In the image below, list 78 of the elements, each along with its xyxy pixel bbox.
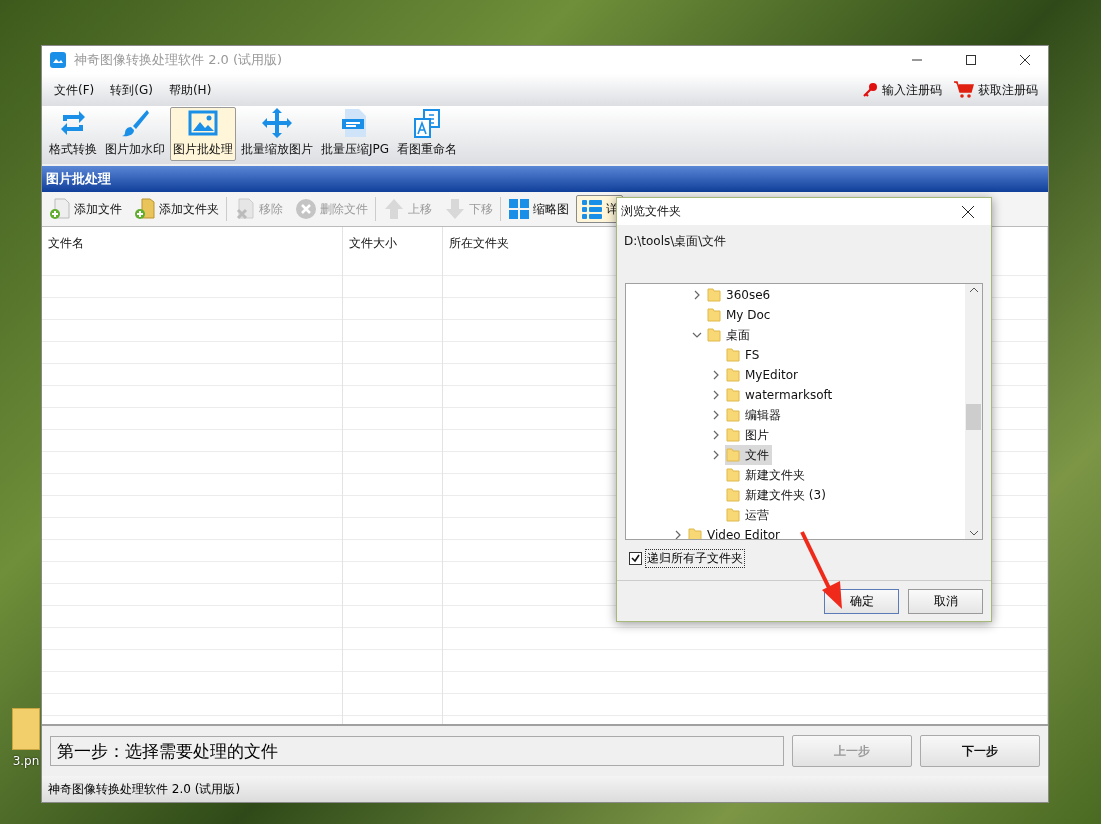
folder-icon (725, 367, 741, 383)
toolbar-button[interactable]: 批量缩放图片 (238, 107, 316, 161)
desktop-icon-label[interactable]: 3.pn (12, 754, 40, 768)
circle-x-icon (295, 198, 317, 220)
register-link[interactable]: 获取注册码 (950, 81, 1042, 99)
folder-icon (706, 307, 722, 323)
tree-item[interactable]: 图片 (725, 425, 772, 445)
menu-item[interactable]: 文件(F) (48, 79, 101, 101)
cart-icon (954, 81, 974, 99)
toolbar-button[interactable]: 看图重命名 (394, 107, 461, 161)
toolbar-button[interactable]: 批量压缩JPG (318, 107, 393, 161)
dialog-title: 浏览文件夹 (621, 203, 682, 220)
tree-item[interactable]: Video Editor (687, 525, 783, 539)
tree-item[interactable]: 编辑器 (725, 405, 784, 425)
folder-icon (725, 407, 741, 423)
menu-item[interactable]: 转到(G) (104, 79, 159, 101)
toolbar-button[interactable]: 图片加水印 (102, 107, 168, 161)
cancel-button[interactable]: 取消 (908, 588, 983, 614)
tree-item[interactable]: MyEditor (725, 365, 801, 385)
chevron-right-icon[interactable] (711, 370, 721, 380)
close-icon (1020, 55, 1030, 65)
window-title: 神奇图像转换处理软件 2.0 (试用版) (74, 51, 284, 69)
key-icon (862, 82, 878, 98)
toolbar-button[interactable]: 添加文件夹 (129, 195, 224, 223)
folder-add-icon (134, 198, 156, 220)
tree-item[interactable]: watermarksoft (725, 385, 836, 405)
file-add-icon (49, 198, 71, 220)
down-arrow-icon (444, 198, 466, 220)
tree-item[interactable]: 桌面 (706, 325, 753, 345)
chevron-down-icon[interactable] (692, 330, 702, 340)
app-icon (50, 52, 66, 68)
folder-icon (687, 527, 703, 539)
folder-icon (725, 387, 741, 403)
toolbar-button[interactable]: 添加文件 (44, 195, 127, 223)
tree-item[interactable]: FS (725, 345, 763, 365)
step-field: 第一步：选择需要处理的文件 (50, 736, 784, 766)
folder-icon (725, 507, 741, 523)
folder-icon (725, 467, 741, 483)
tree-item[interactable]: 运营 (725, 505, 772, 525)
chevron-right-icon[interactable] (711, 410, 721, 420)
next-button[interactable]: 下一步 (920, 735, 1040, 767)
maximize-icon (966, 55, 976, 65)
scrollbar[interactable] (965, 284, 982, 539)
status-text: 神奇图像转换处理软件 2.0 (试用版) (48, 780, 241, 798)
list-icon (581, 198, 603, 220)
scroll-up-icon[interactable] (968, 286, 979, 294)
toolbar-button[interactable]: 图片批处理 (170, 107, 236, 161)
folder-icon (725, 427, 741, 443)
chevron-right-icon[interactable] (711, 450, 721, 460)
folder-icon (706, 327, 722, 343)
tree-item[interactable]: 新建文件夹 (3) (725, 485, 829, 505)
scroll-down-icon[interactable] (968, 529, 979, 537)
menu-item[interactable]: 帮助(H) (162, 79, 218, 101)
tree-item[interactable]: My Doc (706, 305, 774, 325)
scrollbar-thumb[interactable] (966, 404, 981, 430)
chevron-right-icon[interactable] (711, 390, 721, 400)
tree-item[interactable]: 360se6 (706, 285, 774, 305)
grid-icon (508, 198, 530, 220)
up-arrow-icon (383, 198, 405, 220)
tree-item[interactable]: 文件 (725, 445, 772, 465)
folder-icon (725, 447, 741, 463)
folder-path: D:\tools\桌面\文件 (623, 233, 728, 250)
close-icon (962, 205, 974, 218)
file-remove-icon (234, 198, 256, 220)
toolbar-button[interactable]: 格式转换 (46, 107, 100, 161)
chevron-right-icon[interactable] (711, 430, 721, 440)
register-link[interactable]: 输入注册码 (858, 81, 946, 99)
folder-icon (706, 287, 722, 303)
folder-icon (725, 487, 741, 503)
checkbox-label[interactable]: 递归所有子文件夹 (645, 548, 745, 568)
checkbox[interactable] (629, 551, 642, 565)
chevron-right-icon[interactable] (673, 530, 683, 539)
move-arrows-icon (261, 107, 293, 139)
tree-item[interactable]: 新建文件夹 (725, 465, 808, 485)
folder-icon (725, 347, 741, 363)
chevron-right-icon[interactable] (692, 290, 702, 300)
toolbar-button[interactable]: 缩略图 (503, 195, 574, 223)
section-header: 图片批处理 (42, 166, 1048, 192)
